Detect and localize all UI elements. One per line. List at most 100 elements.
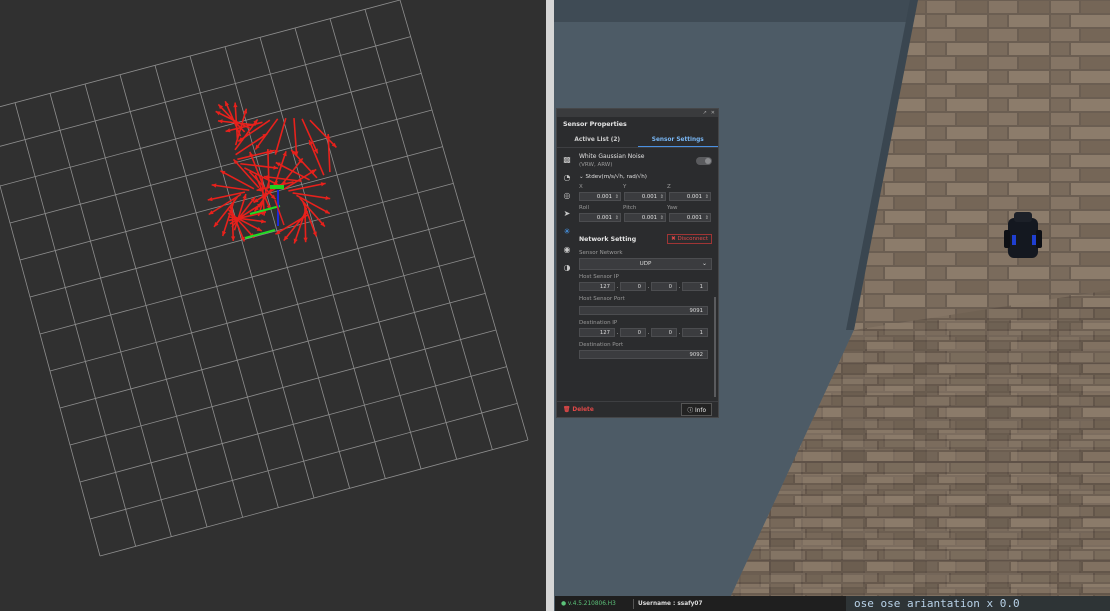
panel-scrollbar[interactable] xyxy=(714,297,716,397)
dest-port-input[interactable]: 9092 xyxy=(579,350,708,359)
dest-ip-octet-3[interactable]: 0 xyxy=(651,328,677,337)
lidar-icon[interactable]: ◔ xyxy=(557,168,577,186)
dest-ip-octet-2[interactable]: 0 xyxy=(620,328,646,337)
pose-arrow-head xyxy=(303,237,308,243)
grid-line xyxy=(329,18,458,460)
version-value: v.4.5.210806.H3 xyxy=(567,600,616,607)
info-icon: ⓘ xyxy=(687,408,694,414)
pose-arrow-head xyxy=(222,231,227,236)
grid-line xyxy=(89,402,518,520)
host-ip-octet-4[interactable]: 1 xyxy=(682,282,708,291)
xyz-labels-row: X Y Z xyxy=(579,184,712,190)
antenna-icon[interactable]: ◑ xyxy=(557,258,577,276)
tab-active-list[interactable]: Active List (2) xyxy=(557,133,638,147)
trash-icon: 🗑 xyxy=(563,406,571,413)
stdev-label: Stdev(m/s/√h, rad/√h) xyxy=(585,174,647,180)
roll-stdev-value: 0.001 xyxy=(596,215,612,221)
z-stdev-input[interactable]: 0.001 ⇕ xyxy=(669,192,711,201)
spinner-icon[interactable]: ⇕ xyxy=(705,214,709,223)
grid-line xyxy=(224,46,351,489)
version-text: ● v.4.5.210806.H3 xyxy=(561,600,616,607)
terminal-text: ose ose ariantation x 0.0 xyxy=(854,597,1020,610)
pose-arrow xyxy=(288,182,326,192)
floor-shade xyxy=(724,290,1110,611)
dest-ip-octet-1[interactable]: 127 xyxy=(579,328,615,337)
network-heading: Network Setting xyxy=(579,235,637,243)
protocol-value: UDP xyxy=(639,261,652,267)
grid-line xyxy=(0,184,101,557)
host-port-input[interactable]: 9091 xyxy=(579,306,708,315)
pose-arrow xyxy=(293,118,298,157)
pose-arrow-head xyxy=(282,151,287,157)
wall-top xyxy=(554,0,914,22)
pose-arrow-head xyxy=(230,236,236,241)
noise-row: White Gaussian Noise (VRW, ARW) xyxy=(579,153,712,168)
spinner-icon[interactable]: ⇕ xyxy=(660,214,664,223)
pose-arrow-head xyxy=(293,238,298,244)
grid-line xyxy=(259,37,386,479)
rpy-labels-row: Roll Pitch Yaw xyxy=(579,205,712,211)
close-icon[interactable]: ✕ xyxy=(711,110,715,116)
sensor-type-sidebar: ▩ ◔ ◎ ➤ ✳ ◉ ◑ xyxy=(557,150,577,400)
spinner-icon[interactable]: ⇕ xyxy=(705,193,709,202)
disconnect-icon: ✖ xyxy=(671,236,676,242)
spinner-icon[interactable]: ⇕ xyxy=(615,193,619,202)
pose-arrow-head xyxy=(233,102,238,108)
pose-arrow xyxy=(274,117,287,155)
y-stdev-value: 0.001 xyxy=(641,194,657,200)
host-ip-octet-2[interactable]: 0 xyxy=(620,282,646,291)
stdev-section-header[interactable]: ⌄ Stdev(m/s/√h, rad/√h) xyxy=(579,174,712,180)
rviz-viewport[interactable] xyxy=(0,0,547,611)
navigation-icon[interactable]: ➤ xyxy=(557,204,577,222)
sensor-network-select[interactable]: UDP ⌄ xyxy=(579,258,712,270)
yaw-stdev-input[interactable]: 0.001 ⇕ xyxy=(669,213,711,222)
y-label: Y xyxy=(623,184,627,190)
noise-toggle[interactable] xyxy=(696,156,712,165)
grid-line xyxy=(399,0,529,441)
imu-icon[interactable]: ✳ xyxy=(557,222,577,240)
dest-ip-octet-4[interactable]: 1 xyxy=(682,328,708,337)
pose-arrow xyxy=(211,184,250,192)
z-label: Z xyxy=(667,184,671,190)
spinner-icon[interactable]: ⇕ xyxy=(615,214,619,223)
host-port-label: Host Sensor Port xyxy=(579,296,625,302)
robot-marker xyxy=(270,185,284,189)
pose-arrow xyxy=(283,210,309,242)
pose-arrow xyxy=(208,193,242,216)
radar-icon[interactable]: ◉ xyxy=(557,240,577,258)
grid-line xyxy=(59,292,486,409)
grid-line xyxy=(364,9,493,450)
y-stdev-input[interactable]: 0.001 ⇕ xyxy=(624,192,666,201)
sensor-settings-content: White Gaussian Noise (VRW, ARW) ⌄ Stdev(… xyxy=(579,150,712,399)
popout-icon[interactable]: ↗ xyxy=(703,110,707,116)
roll-stdev-input[interactable]: 0.001 ⇕ xyxy=(579,213,621,222)
sensor-network-label: Sensor Network xyxy=(579,250,623,256)
disconnect-label: Disconnect xyxy=(677,236,708,242)
rviz-scene xyxy=(0,0,529,557)
split-divider[interactable] xyxy=(546,0,554,611)
xyz-values-row: 0.001 ⇕ 0.001 ⇕ 0.001 ⇕ xyxy=(579,192,712,201)
info-button[interactable]: ⓘ Info xyxy=(681,403,712,416)
delete-label: Delete xyxy=(572,406,594,413)
tab-sensor-settings[interactable]: Sensor Settings xyxy=(637,133,718,147)
z-stdev-value: 0.001 xyxy=(686,194,702,200)
status-bar: ● v.4.5.210806.H3 Username : ssafy07 xyxy=(555,596,846,611)
grid-line xyxy=(69,329,497,446)
x-stdev-input[interactable]: 0.001 ⇕ xyxy=(579,192,621,201)
delete-button[interactable]: 🗑 Delete xyxy=(563,407,594,413)
pose-arrow xyxy=(290,149,318,179)
ground-grid xyxy=(0,0,529,557)
pitch-stdev-input[interactable]: 0.001 ⇕ xyxy=(624,213,666,222)
noise-label: White Gaussian Noise xyxy=(579,153,645,160)
disconnect-button[interactable]: ✖ Disconnect xyxy=(667,234,712,244)
host-ip-octet-3[interactable]: 0 xyxy=(651,282,677,291)
info-label: Info xyxy=(695,408,706,414)
camera-icon[interactable]: ▩ xyxy=(557,150,577,168)
spinner-icon[interactable]: ⇕ xyxy=(660,193,664,202)
radio-icon[interactable]: ◎ xyxy=(557,186,577,204)
dest-ip-label: Destination IP xyxy=(579,320,618,326)
terminal-strip: ose ose ariantation x 0.0 xyxy=(846,596,1110,611)
host-ip-octet-1[interactable]: 127 xyxy=(579,282,615,291)
x-stdev-value: 0.001 xyxy=(596,194,612,200)
noise-sublabel: (VRW, ARW) xyxy=(579,162,613,168)
